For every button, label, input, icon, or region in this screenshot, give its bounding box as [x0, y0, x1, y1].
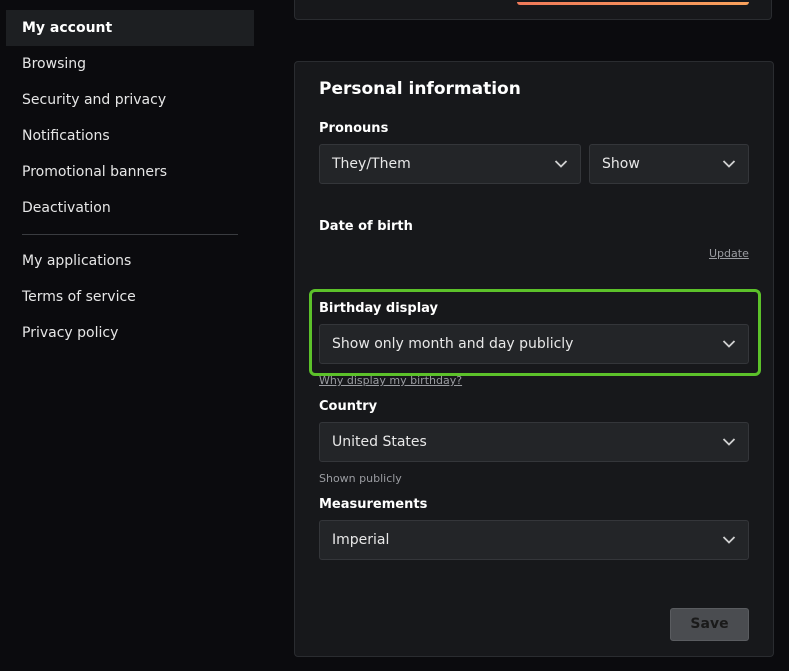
chevron-down-icon: [722, 535, 736, 545]
chevron-down-icon: [554, 159, 568, 169]
country-select[interactable]: United States: [319, 422, 749, 462]
sidebar-item-notifications[interactable]: Notifications: [6, 118, 254, 154]
measurements-value: Imperial: [332, 532, 390, 548]
chevron-down-icon: [722, 339, 736, 349]
date-of-birth-label: Date of birth: [319, 219, 413, 234]
measurements-label: Measurements: [319, 497, 428, 512]
accent-button-edge[interactable]: [517, 2, 749, 5]
sidebar-item-my-account[interactable]: My account: [6, 10, 254, 46]
sidebar-item-privacy-policy[interactable]: Privacy policy: [6, 315, 254, 351]
pronouns-select[interactable]: They/Them: [319, 144, 581, 184]
birthday-display-value: Show only month and day publicly: [332, 336, 574, 352]
chevron-down-icon: [722, 159, 736, 169]
chevron-down-icon: [722, 437, 736, 447]
birthday-display-select[interactable]: Show only month and day publicly: [319, 324, 749, 364]
personal-information-card: Personal information Pronouns They/Them …: [294, 61, 774, 657]
sidebar-item-promotional-banners[interactable]: Promotional banners: [6, 154, 254, 190]
pronouns-label: Pronouns: [319, 121, 389, 136]
sidebar-divider: [22, 234, 238, 235]
settings-sidebar: My account Browsing Security and privacy…: [6, 10, 254, 351]
update-birth-date-link[interactable]: Update: [709, 247, 749, 260]
pronouns-visibility-select[interactable]: Show: [589, 144, 749, 184]
sidebar-item-my-applications[interactable]: My applications: [6, 243, 254, 279]
save-button[interactable]: Save: [670, 608, 749, 641]
measurements-select[interactable]: Imperial: [319, 520, 749, 560]
pronouns-visibility-value: Show: [602, 156, 640, 172]
country-label: Country: [319, 399, 378, 414]
settings-page: My account Browsing Security and privacy…: [0, 0, 789, 671]
birthday-display-label: Birthday display: [319, 301, 439, 316]
country-value: United States: [332, 434, 427, 450]
pronouns-value: They/Them: [332, 156, 411, 172]
section-title: Personal information: [319, 79, 521, 99]
sidebar-item-browsing[interactable]: Browsing: [6, 46, 254, 82]
why-display-birthday-link[interactable]: Why display my birthday?: [319, 374, 462, 387]
sidebar-item-security-and-privacy[interactable]: Security and privacy: [6, 82, 254, 118]
sidebar-item-terms-of-service[interactable]: Terms of service: [6, 279, 254, 315]
previous-section-card: [294, 0, 772, 20]
country-hint: Shown publicly: [319, 472, 402, 485]
sidebar-item-deactivation[interactable]: Deactivation: [6, 190, 254, 226]
